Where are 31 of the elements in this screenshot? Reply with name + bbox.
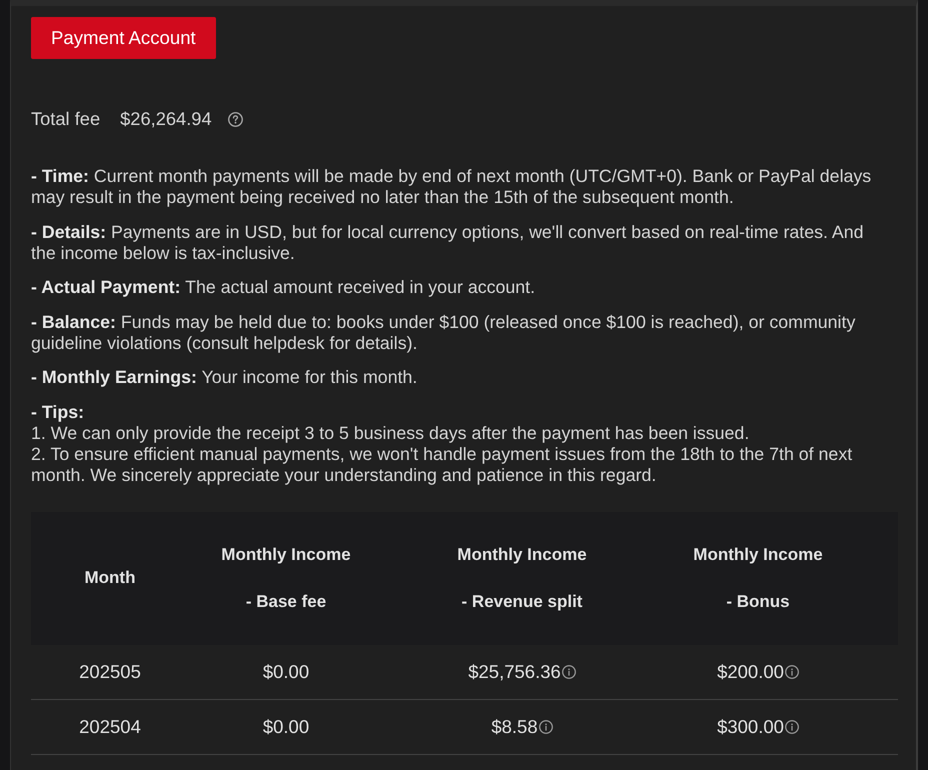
tips-heading: - Tips:	[31, 402, 86, 422]
help-icon[interactable]	[228, 112, 243, 126]
info-icon[interactable]	[784, 664, 799, 678]
note-paragraph: - Details: Payments are in USD, but for local currency options, we'll convert based on real-time rates. And the income below is tax-inclusive.	[31, 222, 865, 264]
total-fee-label: Total fee	[31, 108, 100, 130]
tip-text: 2. To ensure efficient manual payments, we won't handle payment issues from the 18th to the 7th of next month. We sincerely appreciate your understanding and patience in this regard.	[31, 444, 854, 486]
note-paragraph: - Monthly Earnings: Your income for this month.	[31, 367, 418, 388]
info-icon[interactable]	[538, 720, 553, 734]
column-title: Monthly Income	[221, 544, 351, 564]
tip-text: 1. We can only provide the receipt 3 to 5 business days after the payment has been issued.	[31, 422, 750, 444]
table-cell: $0.00	[262, 660, 310, 682]
table-cell: 202505	[79, 660, 141, 682]
note-paragraph: - Balance: Funds may be held due to: books under $100 (released once $100 is reached), or community guideline violations (consult helpdesk for details).	[31, 312, 856, 354]
column-title: Month	[84, 568, 136, 588]
payment-account-button[interactable]: Payment Account	[31, 17, 216, 59]
table-cell: $8.58	[491, 716, 538, 738]
table-cell: $25,756.36	[468, 660, 561, 682]
info-icon[interactable]	[562, 664, 576, 678]
column-subtitle: - Bonus	[726, 592, 790, 612]
info-icon[interactable]	[784, 720, 799, 734]
table-cell: $0.00	[262, 716, 310, 738]
table-cell: $300.00	[717, 716, 784, 738]
column-title: Monthly Income	[457, 544, 587, 564]
note-paragraph: - Time: Current month payments will be made by end of next month (UTC/GMT+0). Bank or PayPal delays may result in the payment being received no later than the 15th of the subsequent month.	[31, 166, 872, 208]
table-cell: $200.00	[717, 660, 784, 682]
table-cell: 202504	[79, 716, 141, 738]
note-paragraph: - Actual Payment: The actual amount received in your account.	[31, 277, 536, 298]
column-subtitle: - Revenue split	[462, 592, 582, 612]
total-fee-value: $26,264.94	[120, 108, 212, 130]
column-title: Monthly Income	[693, 544, 823, 564]
column-subtitle: - Base fee	[246, 592, 326, 612]
